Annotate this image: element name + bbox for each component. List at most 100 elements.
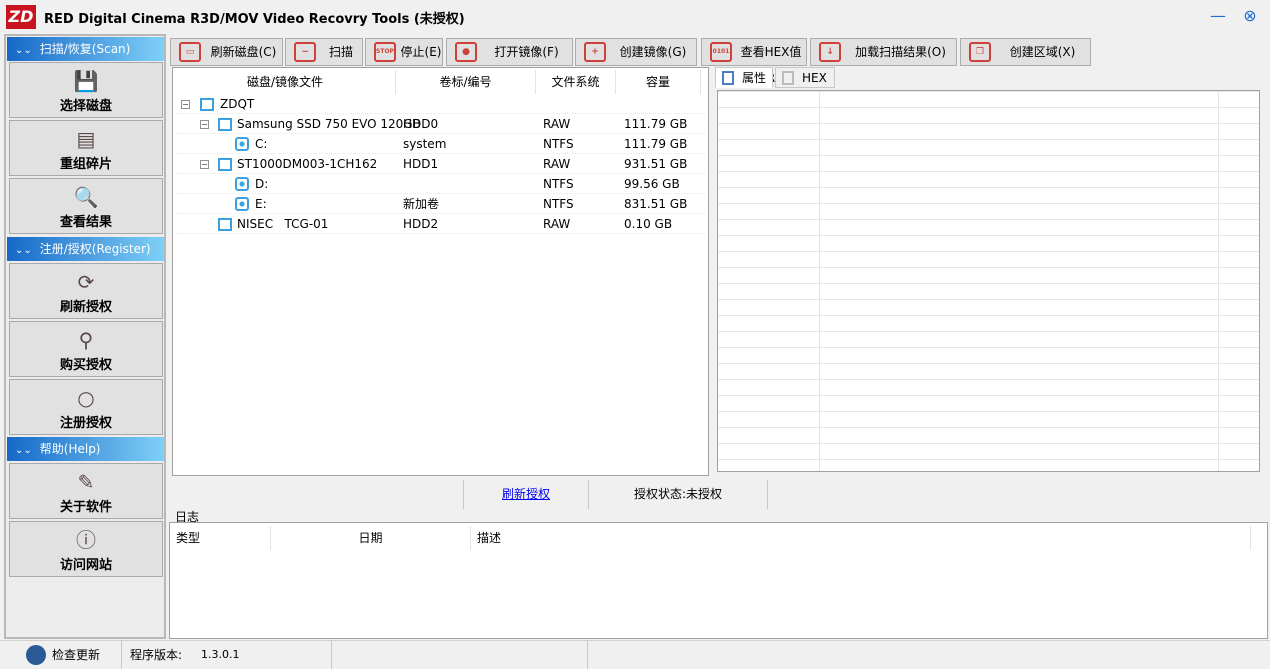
hex-file-icon: 0101 bbox=[710, 42, 732, 62]
check-update-button[interactable]: 检查更新 bbox=[0, 641, 122, 669]
row-label: HDD0 bbox=[403, 117, 439, 131]
tree-row-disk[interactable]: NISEC TCG-01 HDD2 RAW 0.10 GB bbox=[176, 214, 706, 234]
button-label: 选择磁盘 bbox=[59, 99, 112, 114]
window-title: RED Digital Cinema R3D/MOV Video Recovry… bbox=[44, 12, 465, 27]
log-table[interactable]: 类型 日期 描述 bbox=[169, 522, 1268, 639]
row-filesystem: RAW bbox=[543, 117, 571, 131]
version-label: 程序版本: bbox=[130, 648, 183, 662]
tab-properties[interactable]: 属性 bbox=[715, 67, 773, 88]
refresh-license-link-cell: 刷新授权 bbox=[463, 480, 588, 509]
tree-row-partition[interactable]: E: 新加卷 NTFS 831.51 GB bbox=[176, 194, 706, 214]
key-search-icon: ⚲ bbox=[78, 328, 94, 352]
close-button[interactable]: ⊗ bbox=[1240, 6, 1260, 26]
register-license-button[interactable]: ○ 注册授权 bbox=[9, 379, 163, 435]
tree-row-partition[interactable]: C: system NTFS 111.79 GB bbox=[176, 134, 706, 154]
refresh-disk-button[interactable]: ▭ 刷新磁盘(C) bbox=[170, 38, 283, 66]
create-image-icon: + bbox=[584, 42, 606, 62]
button-label: 刷新授权 bbox=[59, 300, 112, 315]
tree-row-computer[interactable]: − ZDQT bbox=[176, 94, 706, 114]
log-header-description[interactable]: 描述 bbox=[477, 526, 1251, 550]
view-results-icon: 🔍 bbox=[73, 185, 99, 209]
download-icon: ↓ bbox=[819, 42, 841, 62]
collapse-icon[interactable]: − bbox=[200, 160, 209, 169]
license-bar: 刷新授权 授权状态:未授权 bbox=[169, 480, 1268, 509]
about-button[interactable]: ✎ 关于软件 bbox=[9, 463, 163, 519]
reassemble-fragments-button[interactable]: ▤ 重组碎片 bbox=[9, 120, 163, 176]
section-label: 帮助(Help) bbox=[39, 442, 101, 456]
create-image-button[interactable]: + 创建镜像(G) bbox=[575, 38, 697, 66]
disk-icon bbox=[218, 118, 232, 131]
partition-icon bbox=[235, 177, 249, 191]
log-header-type[interactable]: 类型 bbox=[176, 526, 271, 550]
row-capacity: 931.51 GB bbox=[624, 157, 688, 171]
update-icon bbox=[26, 645, 46, 665]
minimize-button[interactable]: — bbox=[1208, 6, 1228, 26]
buy-license-button[interactable]: ⚲ 购买授权 bbox=[9, 321, 163, 377]
fragments-icon: ▤ bbox=[76, 127, 96, 151]
row-label: 新加卷 bbox=[403, 197, 440, 211]
tree-row-disk[interactable]: − Samsung SSD 750 EVO 120GB HDD0 RAW 111… bbox=[176, 114, 706, 134]
row-capacity: 111.79 GB bbox=[624, 137, 688, 151]
hex-icon bbox=[782, 71, 794, 85]
column-header-filesystem[interactable]: 文件系统 bbox=[536, 70, 616, 94]
visit-website-button[interactable]: ⓘ 访问网站 bbox=[9, 521, 163, 577]
properties-grid[interactable] bbox=[717, 90, 1260, 472]
view-hex-button[interactable]: 0101查看HEX值(R) bbox=[701, 38, 807, 85]
refresh-icon: ⟳ bbox=[77, 270, 95, 294]
row-filesystem: RAW bbox=[543, 217, 571, 231]
tab-hex[interactable]: HEX值 bbox=[775, 67, 835, 105]
row-capacity: 831.51 GB bbox=[624, 197, 688, 211]
button-label: 注册授权 bbox=[59, 416, 112, 431]
column-header-disk[interactable]: 磁盘/镜像文件 bbox=[175, 70, 396, 94]
row-name: NISEC TCG-01 bbox=[237, 217, 329, 231]
scan-icon: ~ bbox=[294, 42, 316, 62]
section-register[interactable]: ⌄⌄ 注册/授权(Register) bbox=[7, 237, 164, 261]
column-header-capacity[interactable]: 容量 bbox=[616, 70, 701, 94]
scan-button[interactable]: ~扫描(D) bbox=[285, 38, 363, 85]
collapse-icon[interactable]: − bbox=[200, 120, 209, 129]
row-filesystem: NTFS bbox=[543, 197, 574, 211]
log-header-date[interactable]: 日期 bbox=[271, 526, 471, 550]
button-label: 查看结果 bbox=[59, 215, 112, 230]
version-cell: 程序版本: 1.3.0.1 bbox=[122, 641, 332, 669]
title-bar: ZD RED Digital Cinema R3D/MOV Video Reco… bbox=[0, 0, 1270, 33]
status-bar: 检查更新 程序版本: 1.3.0.1 bbox=[0, 640, 1270, 669]
disk-refresh-icon: ▭ bbox=[179, 42, 201, 62]
disk-icon bbox=[218, 218, 232, 231]
section-help[interactable]: ⌄⌄ 帮助(Help) bbox=[7, 437, 164, 461]
row-name: Samsung SSD 750 EVO 120GB bbox=[237, 117, 421, 131]
button-label: 加载扫描结果(O) bbox=[855, 45, 946, 59]
row-capacity: 99.56 GB bbox=[624, 177, 680, 191]
refresh-license-button[interactable]: ⟳ 刷新授权 bbox=[9, 263, 163, 319]
open-image-button[interactable]: ● 打开镜像(F) bbox=[446, 38, 573, 66]
disk-tree-table[interactable]: 磁盘/镜像文件 卷标/编号 文件系统 容量 − ZDQT − Samsung S… bbox=[172, 67, 709, 476]
collapse-icon[interactable]: − bbox=[181, 100, 190, 109]
grid-divider bbox=[1218, 91, 1219, 471]
stop-icon: STOP bbox=[374, 42, 396, 62]
button-label: 创建区域(X) bbox=[1009, 45, 1076, 59]
button-label: 打开镜像(F) bbox=[494, 45, 559, 59]
create-region-button[interactable]: ❐ 创建区域(X) bbox=[960, 38, 1091, 66]
properties-icon bbox=[722, 71, 734, 85]
refresh-license-link[interactable]: 刷新授权 bbox=[502, 487, 550, 501]
grid-divider bbox=[819, 91, 820, 471]
row-capacity: 111.79 GB bbox=[624, 117, 688, 131]
row-name: ST1000DM003-1CH162 bbox=[237, 157, 378, 171]
tree-row-partition[interactable]: D: NTFS 99.56 GB bbox=[176, 174, 706, 194]
load-scan-results-button[interactable]: ↓ 加载扫描结果(O) bbox=[810, 38, 957, 66]
section-label: 注册/授权(Register) bbox=[39, 242, 151, 256]
button-label: 停止(E) bbox=[400, 45, 442, 59]
button-label: 重组碎片 bbox=[59, 157, 112, 172]
select-disk-button[interactable]: 💾 选择磁盘 bbox=[9, 62, 163, 118]
status-cell bbox=[332, 641, 588, 669]
row-name: E: bbox=[255, 197, 267, 211]
row-filesystem: RAW bbox=[543, 157, 571, 171]
tree-row-disk[interactable]: − ST1000DM003-1CH162 HDD1 RAW 931.51 GB bbox=[176, 154, 706, 174]
stop-button[interactable]: STOP 停止(E) bbox=[365, 38, 443, 66]
row-name: C: bbox=[255, 137, 268, 151]
column-header-label[interactable]: 卷标/编号 bbox=[396, 70, 536, 94]
section-scan[interactable]: ⌄⌄ 扫描/恢复(Scan) bbox=[7, 37, 164, 61]
disk-icon bbox=[218, 158, 232, 171]
section-label: 扫描/恢复(Scan) bbox=[39, 42, 131, 56]
view-results-button[interactable]: 🔍 查看结果 bbox=[9, 178, 163, 234]
